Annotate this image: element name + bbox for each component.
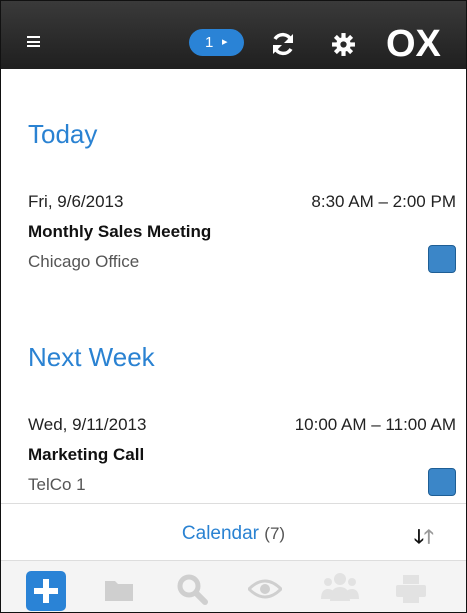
section-title-next-week: Next Week — [28, 342, 155, 372]
refresh-icon[interactable] — [270, 31, 296, 57]
event-item[interactable]: Wed, 9/11/2013 10:00 AM – 11:00 AM Marke… — [28, 414, 456, 499]
top-bar: 1 ▸ OX — [1, 1, 466, 69]
event-location: Chicago Office — [28, 252, 140, 271]
arrow-down-icon: 🡓 — [414, 527, 424, 548]
badge-count: 1 — [205, 34, 214, 51]
chevron-right-icon: ▸ — [222, 36, 228, 48]
notification-badge[interactable]: 1 ▸ — [189, 29, 244, 56]
event-time: 8:30 AM – 2:00 PM — [311, 192, 456, 211]
users-icon[interactable] — [321, 571, 359, 603]
folder-name: Calendar — [181, 523, 260, 544]
search-icon[interactable] — [176, 573, 208, 605]
ox-logo: OX — [386, 23, 442, 63]
gear-icon[interactable] — [331, 32, 356, 57]
eye-icon[interactable] — [248, 577, 282, 601]
folder-label[interactable]: Calendar (7) — [1, 523, 466, 545]
sort-toggle[interactable]: 🡓🡑 — [414, 523, 434, 555]
svg-text:OX: OX — [386, 23, 442, 63]
section-title-today: Today — [28, 119, 98, 149]
folder-icon[interactable] — [103, 575, 135, 603]
event-time: 10:00 AM – 11:00 AM — [294, 415, 456, 434]
calendar-color-swatch — [428, 468, 456, 496]
calendar-color-swatch — [428, 245, 456, 273]
event-item[interactable]: Fri, 9/6/2013 8:30 AM – 2:00 PM Monthly … — [28, 191, 456, 276]
event-title: Monthly Sales Meeting — [28, 222, 212, 241]
event-date: Fri, 9/6/2013 — [28, 192, 124, 211]
arrow-up-icon: 🡑 — [423, 527, 434, 548]
app-frame: 1 ▸ OX Today Fri, 9/6/2013 8:30 AM – 2:0… — [0, 0, 467, 613]
add-icon[interactable] — [26, 571, 66, 611]
list-footer: Calendar (7) 🡓🡑 — [1, 503, 466, 561]
event-date: Wed, 9/11/2013 — [28, 415, 147, 434]
item-count: (7) — [264, 524, 286, 543]
event-location: TelCo 1 — [28, 475, 86, 494]
event-title: Marketing Call — [28, 445, 145, 464]
printer-icon[interactable] — [395, 573, 427, 605]
menu-icon[interactable] — [27, 36, 40, 47]
bottom-toolbar — [1, 560, 466, 612]
